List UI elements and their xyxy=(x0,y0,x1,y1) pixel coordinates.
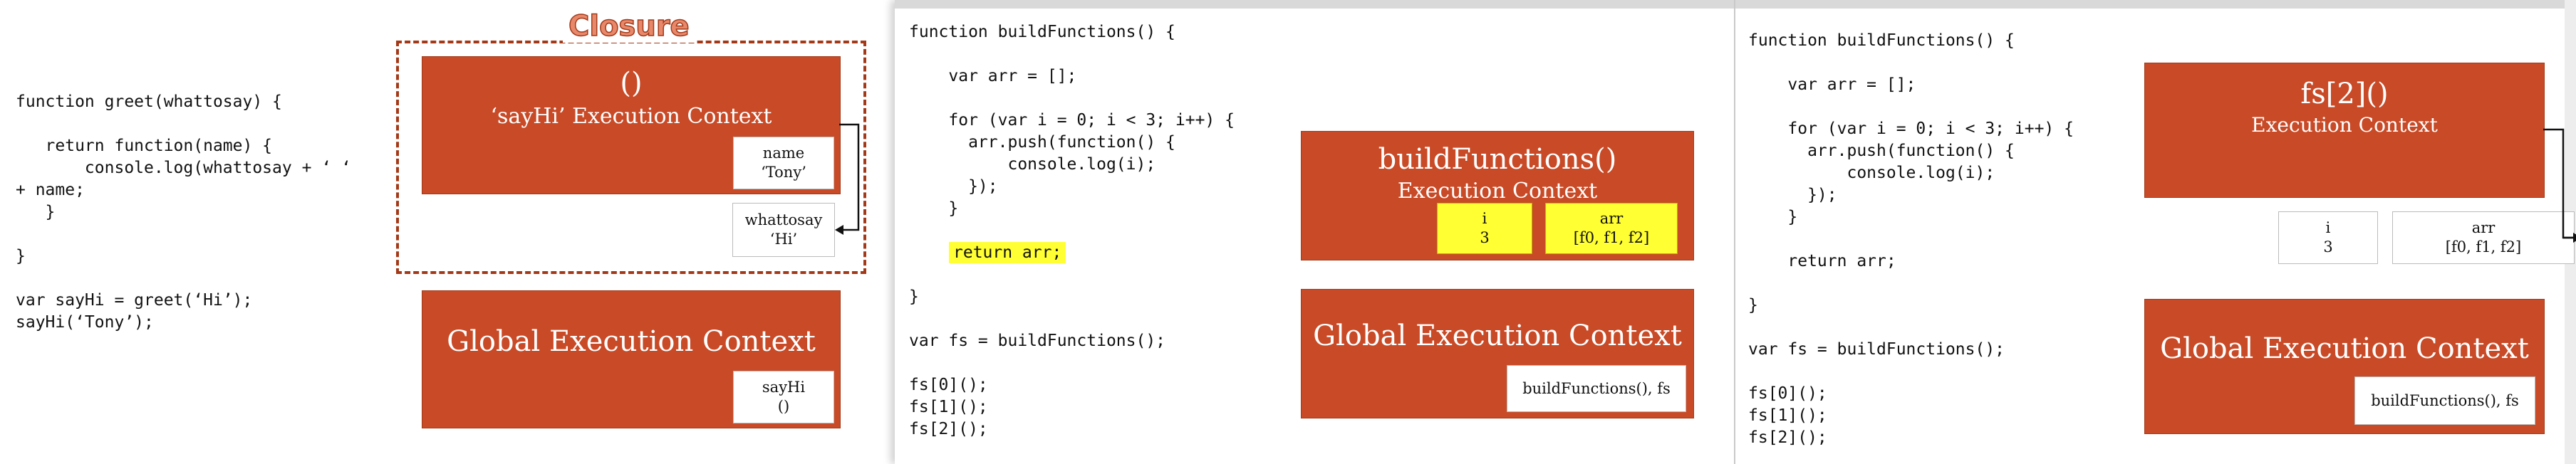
var-i-value: 3 xyxy=(1480,229,1490,246)
code-build-functions-bottom: } var fs = buildFunctions(); fs[0](); fs… xyxy=(909,288,1166,438)
slide-top-bar xyxy=(895,0,1734,9)
var-arr-label: arr xyxy=(1599,210,1624,227)
var-arr-box: arr [f0, f1, f2] xyxy=(1545,203,1678,254)
slide-fs2-execution: function buildFunctions() { var arr = []… xyxy=(1734,0,2576,464)
code-return-highlight: return arr; xyxy=(949,242,1066,264)
buildfunctions-context-title-2: Execution Context xyxy=(1397,179,1598,204)
var-arr-value: [f0, f1, f2] xyxy=(1573,229,1650,246)
var-i-label: i xyxy=(1482,210,1487,227)
global-vars-label: buildFunctions(), fs xyxy=(1522,379,1671,397)
global-context-title: Global Execution Context xyxy=(1313,320,1682,352)
return-arr-highlight: return arr; xyxy=(949,242,1066,263)
buildfunctions-execution-context: buildFunctions() Execution Context i 3 a… xyxy=(1301,131,1694,260)
var-i-box: i 3 xyxy=(1437,203,1532,254)
buildfunctions-context-title-1: buildFunctions() xyxy=(1378,143,1617,176)
scope-arrow-2-head xyxy=(2573,233,2576,243)
slide-closure: function greet(whattosay) { return funct… xyxy=(0,0,895,464)
global-vars-box: buildFunctions(), fs xyxy=(1507,365,1686,412)
global-execution-context: Global Execution Context buildFunctions(… xyxy=(1301,289,1694,418)
slide-build-functions: function buildFunctions() { var arr = []… xyxy=(895,0,1734,464)
code-build-functions-top: function buildFunctions() { var arr = []… xyxy=(909,23,1235,218)
scope-arrow-1 xyxy=(835,123,860,235)
